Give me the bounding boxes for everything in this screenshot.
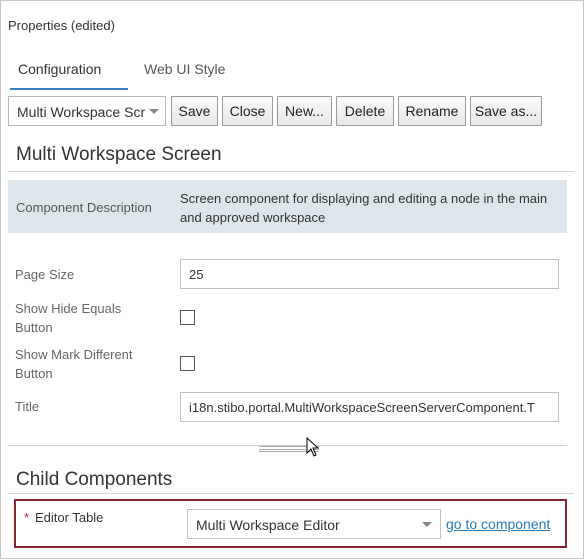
description-text: Screen component for displaying and edit… [180, 191, 548, 225]
show-mark-different-label-line1: Show Mark Different [15, 347, 133, 362]
title-value: i18n.stibo.portal.MultiWorkspaceScreenSe… [189, 400, 535, 415]
show-mark-different-label-line2: Button [15, 366, 53, 381]
editor-table-row: * Editor Table Multi Workspace Editor go… [14, 499, 567, 548]
close-button[interactable]: Close [222, 96, 273, 126]
show-mark-different-label: Show Mark Different Button [15, 345, 133, 383]
properties-panel: Properties (edited) Configuration Web UI… [0, 0, 584, 559]
show-mark-different-checkbox[interactable] [180, 356, 195, 371]
child-components-divider [8, 493, 574, 494]
show-hide-equals-label-line1: Show Hide Equals [15, 301, 122, 316]
show-hide-equals-label-line2: Button [15, 320, 53, 335]
show-hide-equals-label: Show Hide Equals Button [15, 299, 121, 337]
save-as-button[interactable]: Save as... [470, 96, 542, 126]
description-label: Component Description [16, 200, 152, 215]
save-button[interactable]: Save [171, 96, 218, 126]
active-tab-indicator [10, 88, 128, 90]
chevron-down-icon [149, 109, 159, 114]
title-label: Title [15, 399, 40, 414]
panel-title: Properties (edited) [8, 18, 115, 33]
tab-configuration[interactable]: Configuration [18, 61, 101, 77]
page-size-label: Page Size [15, 267, 75, 282]
new-button[interactable]: New... [277, 96, 332, 126]
child-components-heading: Child Components [16, 469, 173, 490]
editor-table-select[interactable]: Multi Workspace Editor [187, 509, 441, 539]
page-size-value: 25 [189, 267, 204, 282]
required-marker: * [24, 510, 30, 525]
rename-button[interactable]: Rename [398, 96, 466, 126]
tab-web-ui-style[interactable]: Web UI Style [144, 61, 225, 77]
show-hide-equals-checkbox[interactable] [180, 310, 195, 325]
delete-button[interactable]: Delete [336, 96, 394, 126]
mouse-pointer-icon [306, 437, 320, 457]
editor-table-label: Editor Table [35, 510, 104, 525]
component-select[interactable]: Multi Workspace Scr [8, 96, 166, 126]
title-input[interactable]: i18n.stibo.portal.MultiWorkspaceScreenSe… [180, 392, 559, 422]
description-row: Component Description Screen component f… [8, 180, 567, 233]
go-to-component-link[interactable]: go to component [446, 516, 550, 532]
editor-table-select-value: Multi Workspace Editor [196, 517, 340, 533]
component-heading: Multi Workspace Screen [16, 144, 222, 165]
component-select-value: Multi Workspace Scr [17, 104, 146, 120]
chevron-down-icon [422, 522, 432, 527]
heading-divider [8, 171, 574, 172]
page-size-input[interactable]: 25 [180, 259, 559, 289]
